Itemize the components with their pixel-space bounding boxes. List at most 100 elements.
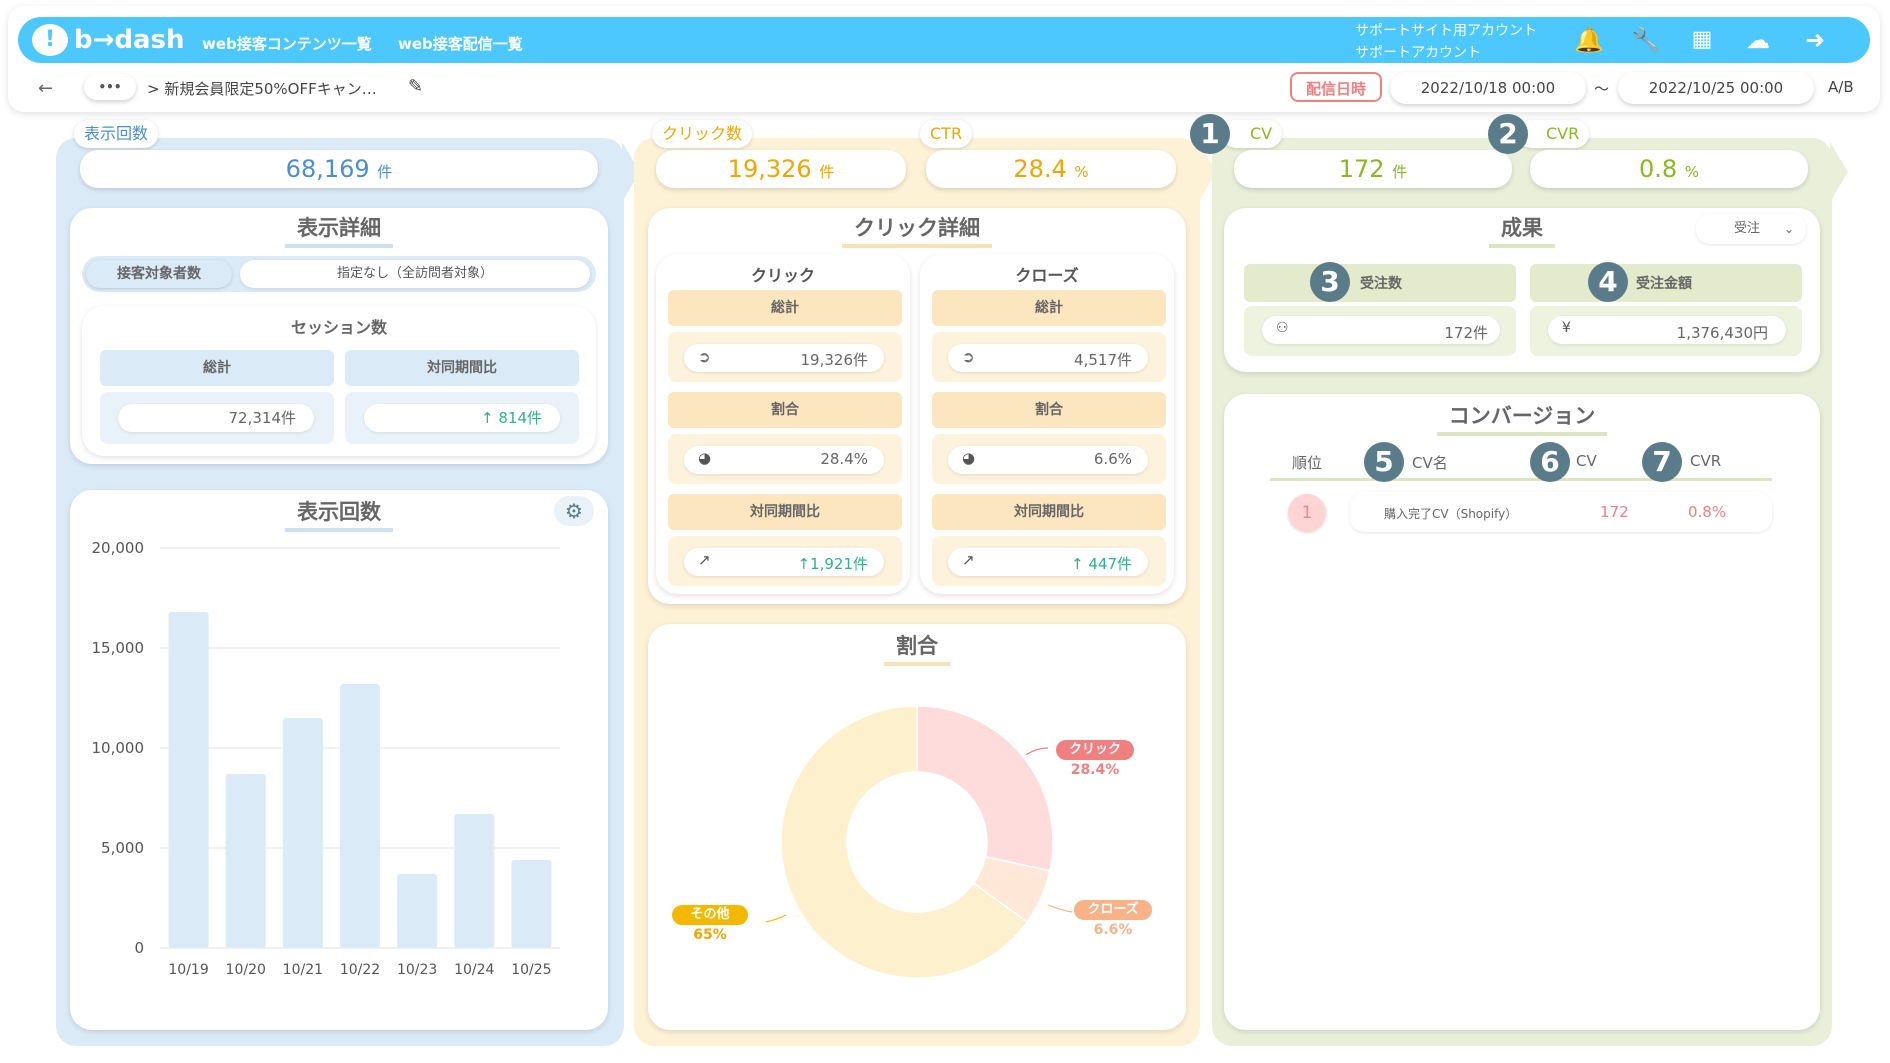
bar <box>454 814 495 948</box>
bar <box>168 612 209 948</box>
donut-slice <box>916 705 1054 872</box>
donut-label-other: その他 <box>672 905 748 925</box>
badge-6: 6 <box>1530 442 1570 482</box>
line-chart-icon: ↗ <box>698 551 711 569</box>
impressions-value: 68,169 <box>285 155 370 183</box>
close-ratio-value: 6.6% <box>1093 450 1132 468</box>
clicks-tag: クリック数 <box>652 120 753 148</box>
door-exit-icon: ➲ <box>962 348 975 366</box>
ctr-unit: % <box>1074 163 1089 181</box>
cvr-kpi: 0.8 % <box>1530 150 1808 188</box>
session-yoy-value: ↑ 814件 <box>364 404 560 432</box>
money-icon: ¥ <box>1562 320 1571 336</box>
cv-cell: 172 <box>1600 503 1629 521</box>
end-date-field[interactable]: 2022/10/25 00:00 <box>1618 72 1814 104</box>
badge-7: 7 <box>1642 442 1682 482</box>
result-type-select-value: 受注 <box>1734 221 1761 236</box>
nav-delivery-list[interactable]: web接客配信一覧 <box>398 33 523 54</box>
wrench-icon[interactable]: 🔧 <box>1631 26 1661 54</box>
target-value: 指定なし（全訪問者対象） <box>240 260 590 288</box>
y-tick-label: 0 <box>134 939 144 957</box>
click-detail-title-text: クリック詳細 <box>842 212 992 248</box>
conversion-title-text: コンバージョン <box>1436 400 1608 436</box>
close-total-value: 4,517件 <box>1074 351 1132 369</box>
impressions-chart-title: 表示回数 <box>70 496 608 532</box>
bar <box>397 874 438 948</box>
cvr-tag: CVR <box>1518 120 1590 148</box>
cv-value: 172 <box>1338 155 1385 183</box>
display-detail-title-text: 表示詳細 <box>285 212 393 248</box>
chart-settings-gear-icon[interactable]: ⚙ <box>554 496 594 526</box>
donut-pct-close: 6.6% <box>1093 922 1133 938</box>
apps-grid-icon[interactable]: ▦ <box>1688 26 1716 54</box>
ctr-value: 28.4 <box>1013 155 1067 183</box>
badge-4: 4 <box>1588 262 1628 302</box>
display-detail-title: 表示詳細 <box>70 212 608 248</box>
impressions-chart-title-text: 表示回数 <box>285 496 393 532</box>
edit-pencil-icon[interactable]: ✎ <box>408 76 423 97</box>
session-title: セッション数 <box>290 318 387 337</box>
conversion-card <box>1224 394 1820 1030</box>
account-name: サポートアカウント <box>1355 45 1481 61</box>
logo-text: b→dash <box>74 25 185 55</box>
click-total-value: 19,326件 <box>800 351 869 369</box>
badge-3: 3 <box>1310 262 1350 302</box>
clicks-unit: 件 <box>819 163 835 181</box>
back-arrow-icon[interactable]: ← <box>38 78 53 99</box>
result-column-arrow <box>1830 142 1848 202</box>
close-total-label: 総計 <box>932 290 1166 326</box>
impressions-tag: 表示回数 <box>74 120 159 148</box>
breadcrumb: > 新規会員限定50%OFFキャン… <box>147 80 377 98</box>
result-type-select[interactable]: 受注 ⌄ <box>1696 214 1806 244</box>
table-header-rule <box>1270 478 1772 481</box>
badge-2: 2 <box>1488 114 1528 154</box>
cvr-cell: 0.8% <box>1688 503 1727 521</box>
start-date-field[interactable]: 2022/10/18 00:00 <box>1390 72 1586 104</box>
x-tick-label: 10/20 <box>226 962 266 978</box>
click-ratio-label: 割合 <box>668 392 902 428</box>
ratio-donut-chart <box>765 705 1073 979</box>
x-tick-label: 10/25 <box>511 962 551 978</box>
th-cv: CV <box>1576 452 1597 470</box>
nav-content-list[interactable]: web接客コンテンツ一覧 <box>202 33 372 54</box>
target-label: 接客対象者数 <box>86 260 232 288</box>
badge-5: 5 <box>1364 442 1404 482</box>
th-rank: 順位 <box>1292 454 1323 472</box>
ctr-tag: CTR <box>920 120 973 148</box>
result-title-text: 成果 <box>1489 212 1555 248</box>
door-enter-icon: ➲ <box>698 348 711 366</box>
y-tick-label: 15,000 <box>92 639 145 657</box>
cvr-unit: % <box>1684 163 1700 181</box>
app-logo[interactable]: ! b→dash <box>32 22 185 58</box>
chat-bot-icon[interactable]: ☁ <box>1744 26 1772 54</box>
logo-bubble-icon: ! <box>32 24 68 56</box>
more-button[interactable]: ••• <box>84 74 136 100</box>
close-yoy-label: 対同期間比 <box>932 494 1166 530</box>
pie-icon: ◕ <box>698 449 712 467</box>
bar <box>282 718 323 948</box>
x-tick-label: 10/19 <box>168 962 208 978</box>
click-subcard-title: クリック <box>750 266 815 285</box>
bar <box>225 774 266 948</box>
bell-icon[interactable]: 🔔 <box>1574 26 1604 54</box>
ctr-kpi: 28.4 % <box>926 150 1176 188</box>
line-chart-icon: ↗ <box>962 551 975 569</box>
orders-label: 受注数 <box>1360 276 1402 292</box>
session-total-value: 72,314件 <box>118 404 314 432</box>
donut-label-close: クローズ <box>1074 900 1152 920</box>
x-tick-label: 10/22 <box>340 962 380 978</box>
th-cvr: CVR <box>1690 452 1722 470</box>
impressions-bar-chart: 20,000 15,000 10,000 5,000 0 10/19 10/20 10/21 1… <box>92 539 560 978</box>
click-ratio-value: 28.4% <box>820 450 868 468</box>
close-subcard-title: クローズ <box>1015 266 1079 285</box>
ab-toggle[interactable]: A/B <box>1828 78 1854 96</box>
rank-badge: 1 <box>1288 494 1326 532</box>
date-range-separator: 〜 <box>1594 80 1610 98</box>
donut-pct-click: 28.4% <box>1070 762 1120 778</box>
donut-label-click: クリック <box>1056 740 1134 760</box>
y-tick-label: 5,000 <box>101 839 144 857</box>
leader-line <box>1047 904 1073 913</box>
cvr-value: 0.8 <box>1638 155 1678 183</box>
delivery-date-label: 配信日時 <box>1290 72 1382 102</box>
logout-icon[interactable]: ➜ <box>1801 26 1829 54</box>
